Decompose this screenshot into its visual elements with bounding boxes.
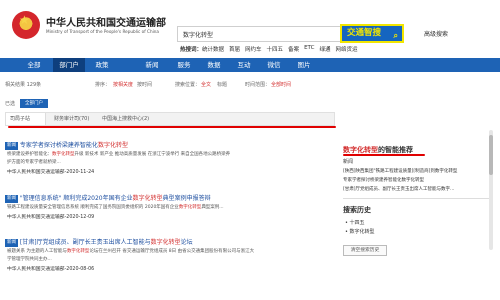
nav-item-service[interactable]: 服务	[172, 58, 196, 72]
selected-label: 已选	[5, 101, 16, 107]
search-button[interactable]: 交通智搜 ⌕	[340, 24, 404, 43]
result-snippet: 铁路工程建设质量安全管理信息系统 顺利完成了国务院国资委组织的 2020年国有企…	[7, 204, 224, 210]
result-title-text: "管理信息系统" 顺利完成2020年国有企业	[19, 195, 133, 202]
snippet-text: 典型案例...	[201, 205, 224, 210]
clear-history-button[interactable]: 清空搜索历史	[343, 245, 387, 256]
position-label: 搜索位置：	[175, 82, 201, 88]
result-snippet-line2: 护方面的专家学者就桥梁...	[7, 160, 61, 165]
hot-word[interactable]: 绿通	[319, 45, 330, 53]
recommend-item[interactable]: [陕西]陕西集团"铁路工程建设质量][制造商]到数字化转型	[343, 168, 457, 174]
result-badge: 新闻	[5, 238, 18, 247]
result-title-text: 论坛	[180, 239, 193, 246]
result-item: 新闻 [甘肃]厅党组成员、副厅长王贵玉出席人工智能与数字化转型论坛 被题关系 为…	[5, 237, 335, 283]
tab-finance[interactable]: 财务审计司(70)	[54, 113, 89, 125]
recommend-item[interactable]: [甘肃]厅党组成员、副厅长王贵玉出席人工智能与数字...	[343, 186, 454, 192]
hot-word[interactable]: 备案	[288, 45, 299, 53]
snippet-text: 被题关系 为主题的人工智能与	[7, 249, 67, 254]
recommend-title-highlight: 数字化转型	[343, 146, 378, 154]
hot-words-label: 热搜词：	[180, 47, 203, 53]
result-item: 新闻 专家学者探讨桥梁建养智能化数字化转型 桥梁建设养护智能化：数字化转型升级 …	[5, 140, 335, 182]
result-title-highlight: 数字化转型	[97, 142, 128, 149]
result-title[interactable]: 新闻 [甘肃]厅党组成员、副厅长王贵玉出席人工智能与数字化转型论坛	[5, 237, 193, 247]
search-history-title: 搜索历史	[343, 206, 371, 214]
history-item-label: 数字化转型	[349, 229, 375, 235]
recommend-category: 新闻	[343, 159, 354, 165]
nav-item-images[interactable]: 图片	[292, 58, 316, 72]
nav-item-policy[interactable]: 政策	[90, 58, 114, 72]
history-item[interactable]: • 十四五	[345, 219, 365, 226]
history-item-label: 十四五	[349, 220, 365, 226]
annotation-underline	[343, 154, 425, 156]
result-title-highlight: 数字化转型	[150, 239, 181, 246]
result-title-text: 典型案例申报答辩	[162, 195, 211, 202]
position-all[interactable]: 全文	[201, 81, 211, 88]
time-range-all[interactable]: 全部时间	[271, 81, 291, 88]
hot-word[interactable]: 首届	[229, 45, 240, 53]
advanced-search-link[interactable]: 高级搜索	[424, 29, 448, 38]
history-item[interactable]: • 数字化转型	[345, 228, 375, 235]
result-snippet: 被题关系 为主题的人工智能与数字化转型论坛在兰州召开 省交通运输厅党组成员 8日…	[7, 248, 254, 254]
nav-item-portal[interactable]: 部门户	[53, 58, 85, 72]
hot-word[interactable]: 网约车	[245, 45, 262, 53]
time-range-label: 时间范围：	[245, 82, 271, 88]
result-title-highlight: 数字化转型	[132, 195, 163, 202]
search-icon: ⌕	[393, 31, 398, 40]
snippet-text: 铁路工程建设质量安全管理信息系统 顺利完成了国务院国资委组织的 2020年国有企…	[7, 205, 179, 210]
tab-subsite[interactable]: 司局子站	[6, 113, 46, 125]
position-title[interactable]: 标题	[217, 81, 227, 88]
ministry-name[interactable]: 中华人民共和国交通运输部	[46, 14, 166, 29]
tab-maritime-rescue[interactable]: 中国海上搜救中心(2)	[102, 113, 149, 125]
snippet-text: 升级 新技术 新产业 推动高质量发展 在浙江宁波举行 来自全国各地公路桥梁养	[74, 152, 231, 157]
site-header: ★ 中华人民共和国交通运输部 Ministry of Transport of …	[0, 0, 500, 58]
nav-item-wechat[interactable]: 微信	[262, 58, 286, 72]
nav-item-news[interactable]: 新闻	[140, 58, 164, 72]
annotation-underline	[8, 126, 336, 128]
hot-words-list: 统计数据 首届 网约车 十四五 备案 ETC 绿通 网络货运	[202, 45, 357, 53]
sort-label: 排序：	[95, 82, 111, 88]
result-snippet-line2: 学管理学院共同主办...	[7, 257, 52, 262]
result-item: 新闻 "管理信息系统" 顺利完成2020年国有企业数字化转型典型案例申报答辩 铁…	[5, 193, 335, 231]
nav-item-data[interactable]: 数据	[202, 58, 226, 72]
snippet-highlight: 数字化转型	[52, 152, 75, 157]
result-count: 相关结果 129条	[5, 82, 42, 88]
snippet-text: 桥梁建设养护智能化：	[7, 152, 52, 157]
recommend-title-text: 的智能推荐	[378, 146, 413, 154]
scrollbar-thumb[interactable]	[489, 135, 493, 175]
snippet-highlight: 数字化转型	[178, 205, 202, 210]
result-title[interactable]: 新闻 专家学者探讨桥梁建养智能化数字化转型	[5, 140, 128, 150]
hot-word[interactable]: ETC	[304, 45, 314, 53]
main-nav: 全部 部门户 政策 新闻 服务 数据 互动 微信 图片	[0, 58, 500, 72]
result-source: 中华人民共和国交通运输部-2020-12-09	[7, 215, 95, 220]
sort-time[interactable]: 按时间	[137, 81, 152, 88]
result-title-text: [甘肃]厅党组成员、副厅长王贵玉出席人工智能与	[19, 239, 151, 246]
result-title-text: 专家学者探讨桥梁建养智能化	[19, 142, 98, 149]
snippet-text: 论坛在兰州召开 省交通运输厅党组成员 8日 由省公交通集团股份有限公司与浙江大	[89, 249, 255, 254]
result-title[interactable]: 新闻 "管理信息系统" 顺利完成2020年国有企业数字化转型典型案例申报答辩	[5, 193, 211, 203]
nav-item-interaction[interactable]: 互动	[232, 58, 256, 72]
result-source: 中华人民共和国交通运输部-2020-08-06	[7, 267, 95, 272]
filter-row: 相关结果 129条 排序： 按相关度 按时间 搜索位置： 全文 标题 时间范围：…	[5, 81, 495, 91]
selected-chip[interactable]: 全部门户	[20, 99, 48, 108]
sort-relevance[interactable]: 按相关度	[113, 81, 133, 88]
hot-word[interactable]: 十四五	[267, 45, 284, 53]
star-icon: ★	[19, 13, 30, 27]
result-snippet: 桥梁建设养护智能化：数字化转型升级 新技术 新产业 推动高质量发展 在浙江宁波举…	[7, 151, 230, 157]
ministry-english-name: Ministry of Transport of the People's Re…	[46, 29, 159, 34]
result-badge: 新闻	[5, 194, 18, 203]
result-source: 中华人民共和国交通运输部-2020-11-24	[7, 170, 95, 175]
divider	[343, 198, 493, 199]
result-badge: 新闻	[5, 141, 18, 150]
recommend-item[interactable]: 专家学者探讨桥梁建养智能化数字化转型	[343, 177, 424, 183]
nav-item-all[interactable]: 全部	[22, 58, 46, 72]
hot-word[interactable]: 网络货运	[335, 45, 357, 53]
snippet-highlight: 数字化转型	[66, 249, 90, 254]
hot-word[interactable]: 统计数据	[202, 45, 224, 53]
search-button-label: 交通智搜	[347, 28, 382, 38]
subsite-tabs: 司局子站 财务审计司(70) 中国海上搜救中心(2)	[5, 112, 335, 126]
search-input[interactable]: 数字化转型	[177, 26, 359, 42]
